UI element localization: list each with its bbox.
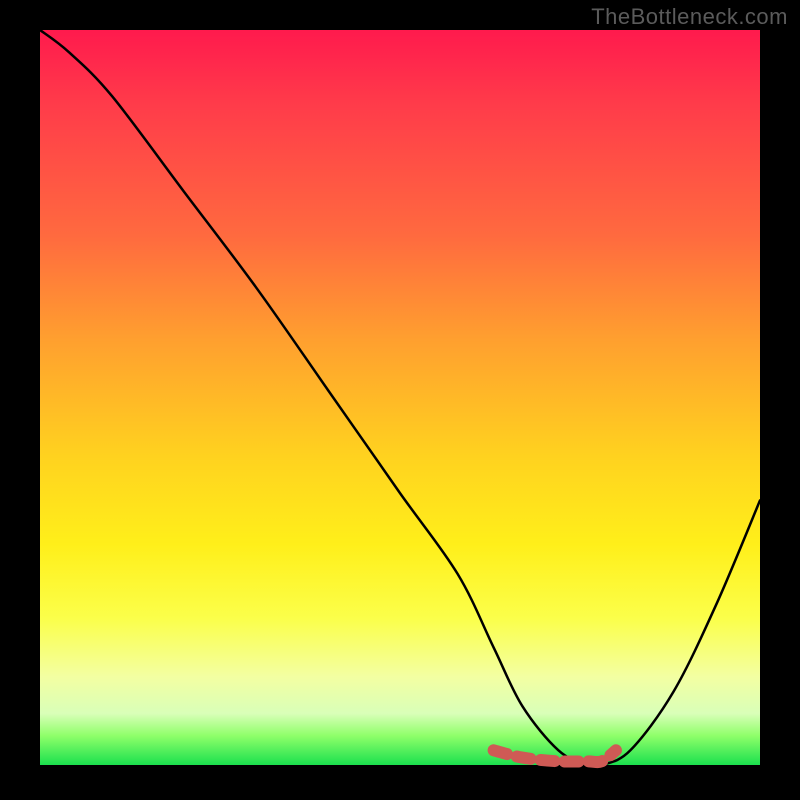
plot-area [40,30,760,765]
watermark-text: TheBottleneck.com [591,4,788,30]
curve-layer [40,30,760,765]
bottleneck-curve [40,30,760,767]
chart-frame: TheBottleneck.com [0,0,800,800]
flat-segment-marker [494,750,616,762]
